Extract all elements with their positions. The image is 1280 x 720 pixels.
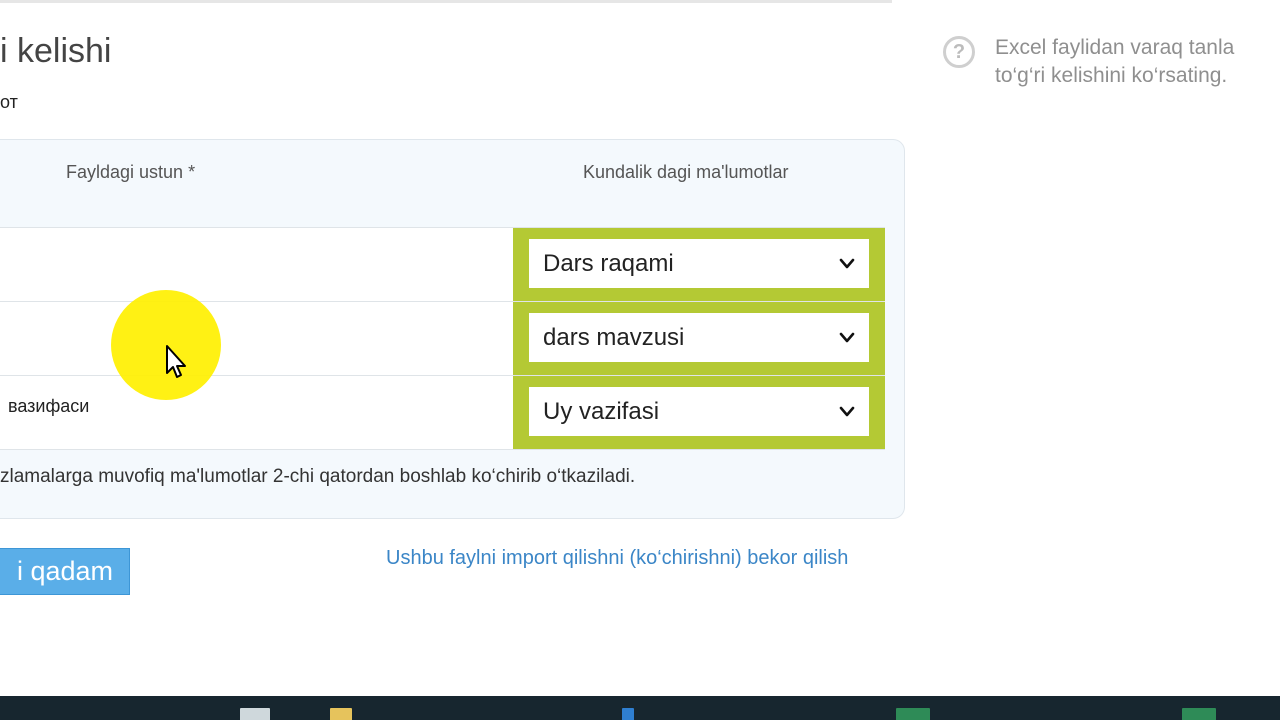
help-text-line1: Excel faylidan varaq tanla xyxy=(995,36,1235,59)
mapping-cell: Dars raqami xyxy=(513,228,885,301)
cancel-import-link[interactable]: Ushbu faylni import qilishni (ko‘chirish… xyxy=(386,547,848,570)
mapping-cell: Uy vazifasi xyxy=(513,376,885,449)
chevron-down-icon xyxy=(839,406,855,416)
file-column-cell: вазифаси xyxy=(0,376,513,449)
import-note: zlamalarga muvofiq ma'lumotlar 2-chi qat… xyxy=(0,466,636,487)
mapping-select[interactable]: Uy vazifasi xyxy=(529,387,869,436)
chevron-down-icon xyxy=(839,258,855,268)
next-step-button[interactable]: i qadam xyxy=(0,548,130,595)
top-divider xyxy=(0,0,892,3)
mapping-select[interactable]: Dars raqami xyxy=(529,239,869,288)
select-value: Dars raqami xyxy=(543,249,674,277)
taskbar-app-icon[interactable] xyxy=(240,708,270,720)
file-column-cell xyxy=(0,302,513,375)
mapping-cell: dars mavzusi xyxy=(513,302,885,375)
help-text: Excel faylidan varaq tanla to‘g‘ri kelis… xyxy=(995,34,1234,90)
help-text-line2: to‘g‘ri kelishini ko‘rsating. xyxy=(995,64,1228,87)
chevron-down-icon xyxy=(839,332,855,342)
mouse-pointer-icon xyxy=(166,345,186,378)
select-value: dars mavzusi xyxy=(543,323,685,351)
column-header-file: Fayldagi ustun * xyxy=(66,162,196,182)
file-column-label: вазифаси xyxy=(8,396,90,416)
excel-icon[interactable] xyxy=(1182,708,1216,720)
mapping-select[interactable]: dars mavzusi xyxy=(529,313,869,362)
taskbar-app-icon[interactable] xyxy=(622,708,634,720)
column-header-kundalik: Kundalik dagi ma'lumotlar xyxy=(583,162,789,182)
question-circle-icon[interactable]: ? xyxy=(943,36,975,68)
table-row: Dars raqami xyxy=(0,227,885,301)
folder-icon[interactable] xyxy=(330,708,352,720)
excel-icon[interactable] xyxy=(896,708,930,720)
page-subline: от xyxy=(0,92,18,112)
page-title: i kelishi xyxy=(0,32,112,70)
file-column-cell xyxy=(0,228,513,301)
taskbar xyxy=(0,696,1280,720)
select-value: Uy vazifasi xyxy=(543,397,660,425)
